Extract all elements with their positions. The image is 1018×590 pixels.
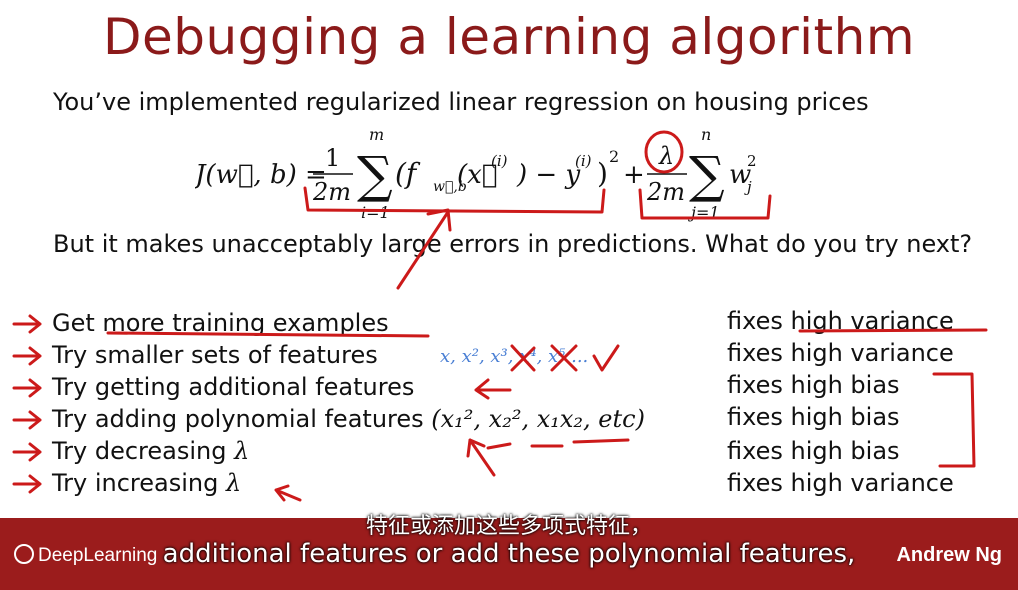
subtitle-chinese: 特征或添加这些多项式特征， <box>365 514 652 539</box>
formula-sum1-bottom: i=1 <box>361 203 390 222</box>
dash-3 <box>572 438 630 444</box>
option-polynomial-features: Try adding polynomial features (x₁², x₂²… <box>52 405 645 433</box>
bullet-arrow-3 <box>12 378 42 398</box>
option-more-training-examples: Get more training examples <box>52 309 389 337</box>
formula-term2-sup: 2 <box>747 152 757 170</box>
bracket-high-bias <box>932 372 976 468</box>
fix-label: fixes high bias <box>727 437 900 465</box>
bullet-arrow-6 <box>12 474 42 494</box>
formula-term1-close: ) <box>597 157 608 190</box>
formula-term1-power: 2 <box>609 147 619 166</box>
bullet-arrow-4 <box>12 410 42 430</box>
fix-label: fixes high bias <box>727 403 900 431</box>
formula-term1-minus: ) − y <box>516 160 580 190</box>
option-increase-lambda: Try increasing λ <box>52 469 242 497</box>
question-text: But it makes unacceptably large errors i… <box>53 230 973 258</box>
bullet-arrow-5 <box>12 442 42 462</box>
arrow-polynomial <box>466 438 496 477</box>
formula-term1: (f <box>395 157 421 190</box>
dash-1 <box>486 442 512 450</box>
formula-frac2-num: λ <box>658 142 674 170</box>
formula-sum2-sigma: ∑ <box>689 146 725 204</box>
slide: Debugging a learning algorithm You’ve im… <box>0 0 1018 590</box>
cross-x5 <box>592 344 620 372</box>
formula-term1-sup: (i) <box>491 152 508 170</box>
bullet-arrow-1 <box>12 314 42 334</box>
option-additional-features: Try getting additional features <box>52 373 415 401</box>
fix-label: fixes high variance <box>727 339 954 367</box>
arrow-additional-features <box>474 378 512 400</box>
option-decrease-lambda: Try decreasing λ <box>52 437 250 465</box>
polynomial-terms: (x₁², x₂², x₁x₂, etc) <box>431 405 645 433</box>
arrow-increase-lambda <box>274 484 302 502</box>
lambda-symbol: λ <box>225 469 242 497</box>
formula-plus: + <box>623 160 645 190</box>
formula-frac1-num: 1 <box>325 144 340 172</box>
formula-sum1-sigma: ∑ <box>357 146 393 204</box>
slide-title: Debugging a learning algorithm <box>102 8 916 66</box>
subtitle-english: additional features or add these polynom… <box>162 539 856 569</box>
lambda-symbol: λ <box>234 437 250 465</box>
formula-frac2-den: 2m <box>646 178 685 206</box>
formula-term1-sup2: (i) <box>575 152 592 170</box>
fix-label: fixes high variance <box>727 307 954 335</box>
cost-function-formula: J(w⃗, b) = 1 2m m ∑ i=1 (f w⃗,b (x⃗ (i) … <box>195 128 757 222</box>
formula-lhs: J(w⃗, b) = <box>195 160 327 190</box>
handwritten-feature-list: x, x², x³, x⁴, x⁵ ... <box>440 346 589 367</box>
formula-frac1-den: 2m <box>312 178 351 206</box>
fix-label: fixes high variance <box>727 469 954 497</box>
formula-sum1-top: m <box>369 128 384 144</box>
option-smaller-feature-sets: Try smaller sets of features <box>52 341 378 369</box>
fix-label: fixes high bias <box>727 371 900 399</box>
intro-text: You’ve implemented regularized linear re… <box>53 88 869 116</box>
formula-sum2-bottom: j=1 <box>688 203 720 222</box>
formula-sum2-top: n <box>701 128 711 144</box>
bullet-arrow-2 <box>12 346 42 366</box>
